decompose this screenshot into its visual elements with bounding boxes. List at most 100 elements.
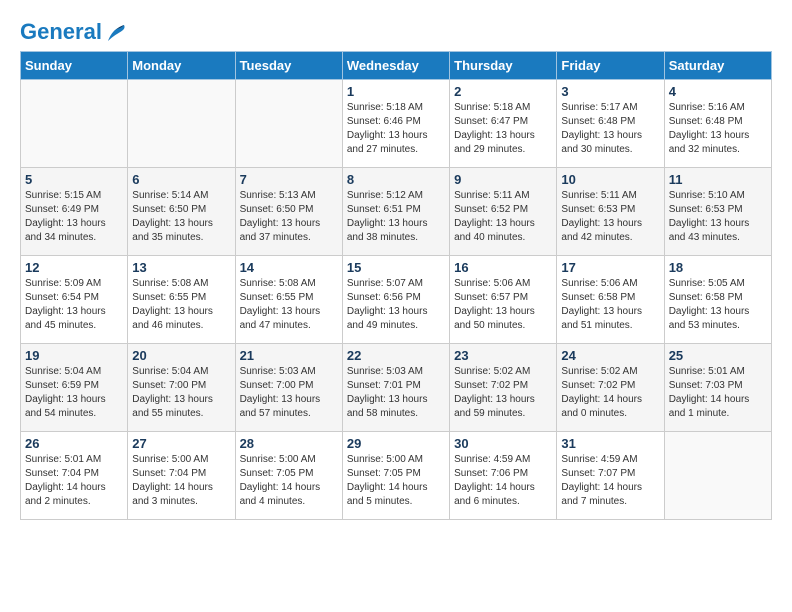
calendar-cell: 6 Sunrise: 5:14 AM Sunset: 6:50 PM Daylig… [128,168,235,256]
day-info: Sunrise: 5:03 AM Sunset: 7:01 PM Dayligh… [347,365,445,421]
day-number: 12 [25,260,123,275]
day-number: 17 [561,260,659,275]
day-number: 24 [561,348,659,363]
calendar-cell: 8 Sunrise: 5:12 AM Sunset: 6:51 PM Daylig… [342,168,449,256]
day-info: Sunrise: 5:16 AM Sunset: 6:48 PM Dayligh… [669,101,767,157]
calendar-cell: 28 Sunrise: 5:00 AM Sunset: 7:05 PM Dayli… [235,432,342,520]
day-number: 14 [240,260,338,275]
day-number: 15 [347,260,445,275]
day-number: 29 [347,436,445,451]
weekday-header: Sunday [21,52,128,80]
day-number: 20 [132,348,230,363]
day-info: Sunrise: 5:08 AM Sunset: 6:55 PM Dayligh… [240,277,338,333]
day-info: Sunrise: 5:04 AM Sunset: 6:59 PM Dayligh… [25,365,123,421]
calendar-cell: 22 Sunrise: 5:03 AM Sunset: 7:01 PM Dayli… [342,344,449,432]
day-info: Sunrise: 5:15 AM Sunset: 6:49 PM Dayligh… [25,189,123,245]
day-number: 18 [669,260,767,275]
day-number: 9 [454,172,552,187]
day-number: 16 [454,260,552,275]
logo-text: General [20,20,128,45]
day-info: Sunrise: 5:06 AM Sunset: 6:58 PM Dayligh… [561,277,659,333]
day-number: 7 [240,172,338,187]
calendar-cell [235,80,342,168]
calendar-cell: 7 Sunrise: 5:13 AM Sunset: 6:50 PM Daylig… [235,168,342,256]
logo-bird-icon [104,21,128,45]
day-number: 1 [347,84,445,99]
day-info: Sunrise: 5:00 AM Sunset: 7:04 PM Dayligh… [132,453,230,509]
calendar-cell: 1 Sunrise: 5:18 AM Sunset: 6:46 PM Daylig… [342,80,449,168]
calendar-cell: 17 Sunrise: 5:06 AM Sunset: 6:58 PM Dayli… [557,256,664,344]
calendar-cell: 4 Sunrise: 5:16 AM Sunset: 6:48 PM Daylig… [664,80,771,168]
calendar-cell: 23 Sunrise: 5:02 AM Sunset: 7:02 PM Dayli… [450,344,557,432]
weekday-header: Thursday [450,52,557,80]
day-info: Sunrise: 5:10 AM Sunset: 6:53 PM Dayligh… [669,189,767,245]
calendar-cell: 13 Sunrise: 5:08 AM Sunset: 6:55 PM Dayli… [128,256,235,344]
day-info: Sunrise: 5:03 AM Sunset: 7:00 PM Dayligh… [240,365,338,421]
day-info: Sunrise: 5:11 AM Sunset: 6:52 PM Dayligh… [454,189,552,245]
calendar-cell: 3Sunrise: 5:17 AM Sunset: 6:48 PM Daylig… [557,80,664,168]
calendar-cell: 24 Sunrise: 5:02 AM Sunset: 7:02 PM Dayli… [557,344,664,432]
weekday-header: Friday [557,52,664,80]
calendar-cell: 2Sunrise: 5:18 AM Sunset: 6:47 PM Daylig… [450,80,557,168]
day-info: Sunrise: 5:04 AM Sunset: 7:00 PM Dayligh… [132,365,230,421]
day-info: Sunrise: 4:59 AM Sunset: 7:07 PM Dayligh… [561,453,659,509]
day-number: 25 [669,348,767,363]
calendar-cell: 30Sunrise: 4:59 AM Sunset: 7:06 PM Dayli… [450,432,557,520]
day-info: Sunrise: 5:00 AM Sunset: 7:05 PM Dayligh… [240,453,338,509]
day-number: 19 [25,348,123,363]
calendar-cell: 20 Sunrise: 5:04 AM Sunset: 7:00 PM Dayli… [128,344,235,432]
calendar-cell: 10 Sunrise: 5:11 AM Sunset: 6:53 PM Dayli… [557,168,664,256]
day-number: 28 [240,436,338,451]
day-number: 22 [347,348,445,363]
day-info: Sunrise: 5:06 AM Sunset: 6:57 PM Dayligh… [454,277,552,333]
weekday-header: Tuesday [235,52,342,80]
calendar-cell [21,80,128,168]
weekday-header: Wednesday [342,52,449,80]
day-info: Sunrise: 5:12 AM Sunset: 6:51 PM Dayligh… [347,189,445,245]
day-info: Sunrise: 5:02 AM Sunset: 7:02 PM Dayligh… [561,365,659,421]
day-info: Sunrise: 5:18 AM Sunset: 6:46 PM Dayligh… [347,101,445,157]
logo: General [20,20,128,41]
day-number: 10 [561,172,659,187]
day-info: Sunrise: 5:01 AM Sunset: 7:04 PM Dayligh… [25,453,123,509]
calendar-cell [128,80,235,168]
day-number: 11 [669,172,767,187]
page-header: General [20,20,772,41]
day-info: Sunrise: 5:05 AM Sunset: 6:58 PM Dayligh… [669,277,767,333]
day-number: 27 [132,436,230,451]
calendar-table: SundayMondayTuesdayWednesdayThursdayFrid… [20,51,772,520]
day-number: 8 [347,172,445,187]
day-info: Sunrise: 5:14 AM Sunset: 6:50 PM Dayligh… [132,189,230,245]
day-info: Sunrise: 5:00 AM Sunset: 7:05 PM Dayligh… [347,453,445,509]
calendar-cell: 18 Sunrise: 5:05 AM Sunset: 6:58 PM Dayli… [664,256,771,344]
day-number: 26 [25,436,123,451]
day-number: 2 [454,84,552,99]
day-info: Sunrise: 5:01 AM Sunset: 7:03 PM Dayligh… [669,365,767,421]
calendar-cell: 31Sunrise: 4:59 AM Sunset: 7:07 PM Dayli… [557,432,664,520]
calendar-cell: 11 Sunrise: 5:10 AM Sunset: 6:53 PM Dayli… [664,168,771,256]
calendar-cell: 29 Sunrise: 5:00 AM Sunset: 7:05 PM Dayli… [342,432,449,520]
calendar-cell: 27 Sunrise: 5:00 AM Sunset: 7:04 PM Dayli… [128,432,235,520]
day-number: 21 [240,348,338,363]
day-info: Sunrise: 5:13 AM Sunset: 6:50 PM Dayligh… [240,189,338,245]
day-number: 13 [132,260,230,275]
calendar-cell: 12Sunrise: 5:09 AM Sunset: 6:54 PM Dayli… [21,256,128,344]
day-info: Sunrise: 5:11 AM Sunset: 6:53 PM Dayligh… [561,189,659,245]
calendar-cell [664,432,771,520]
day-number: 23 [454,348,552,363]
calendar-cell: 9 Sunrise: 5:11 AM Sunset: 6:52 PM Daylig… [450,168,557,256]
calendar-cell: 26 Sunrise: 5:01 AM Sunset: 7:04 PM Dayli… [21,432,128,520]
weekday-header: Monday [128,52,235,80]
day-number: 5 [25,172,123,187]
day-info: Sunrise: 5:08 AM Sunset: 6:55 PM Dayligh… [132,277,230,333]
calendar-cell: 15 Sunrise: 5:07 AM Sunset: 6:56 PM Dayli… [342,256,449,344]
day-info: Sunrise: 5:17 AM Sunset: 6:48 PM Dayligh… [561,101,659,157]
day-info: Sunrise: 5:02 AM Sunset: 7:02 PM Dayligh… [454,365,552,421]
calendar-cell: 21 Sunrise: 5:03 AM Sunset: 7:00 PM Dayli… [235,344,342,432]
day-number: 4 [669,84,767,99]
calendar-cell: 5 Sunrise: 5:15 AM Sunset: 6:49 PM Daylig… [21,168,128,256]
calendar-cell: 19 Sunrise: 5:04 AM Sunset: 6:59 PM Dayli… [21,344,128,432]
day-info: Sunrise: 5:07 AM Sunset: 6:56 PM Dayligh… [347,277,445,333]
day-number: 6 [132,172,230,187]
weekday-header: Saturday [664,52,771,80]
